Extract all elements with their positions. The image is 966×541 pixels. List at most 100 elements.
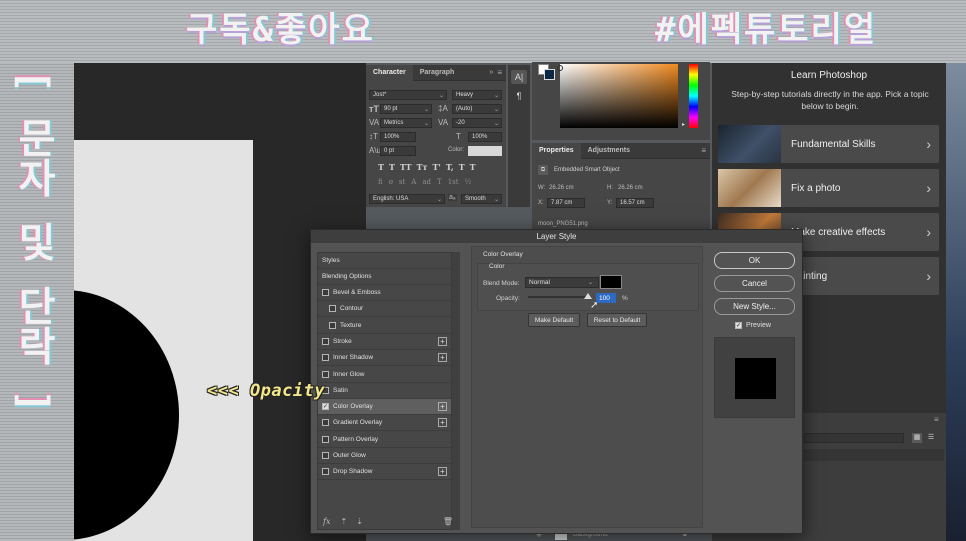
hue-slider-handle[interactable]: ▸ xyxy=(682,121,685,128)
width-value[interactable]: 26.26 cm xyxy=(549,185,574,191)
ok-button[interactable]: OK xyxy=(714,252,795,269)
color-picker-field[interactable] xyxy=(560,64,678,128)
panel-menu-icon[interactable]: ≡ xyxy=(701,146,706,155)
vertical-scale-field[interactable]: 100% xyxy=(380,132,416,142)
type-style-button[interactable]: T xyxy=(389,162,395,172)
reset-to-default-button[interactable]: Reset to Default xyxy=(587,313,647,327)
opacity-input[interactable]: 100 xyxy=(596,293,616,303)
color-picker-cursor[interactable] xyxy=(557,65,563,71)
new-style-button[interactable]: New Style... xyxy=(714,298,795,315)
style-item-inner-glow[interactable]: Inner Glow xyxy=(318,367,451,383)
type-style-button[interactable]: T xyxy=(470,162,476,172)
add-style-instance-icon[interactable]: + xyxy=(438,353,447,363)
background-color-swatch[interactable] xyxy=(544,69,555,80)
text-color-swatch[interactable] xyxy=(468,146,502,156)
tab-paragraph[interactable]: Paragraph xyxy=(413,65,462,81)
x-field[interactable]: 7.87 cm xyxy=(547,198,585,208)
style-item-satin[interactable]: Satin xyxy=(318,383,451,399)
style-checkbox[interactable]: ✓ xyxy=(322,403,329,411)
style-item-stroke[interactable]: Stroke + xyxy=(318,334,451,350)
style-checkbox[interactable] xyxy=(322,289,329,296)
antialias-select[interactable]: Smooth ⌄ xyxy=(461,194,502,204)
style-item-inner-shadow[interactable]: Inner Shadow + xyxy=(318,350,451,367)
language-select[interactable]: English: USA ⌄ xyxy=(369,194,445,204)
opacity-slider-track[interactable] xyxy=(528,296,588,298)
preview-toggle[interactable]: ✓ Preview xyxy=(731,322,771,329)
overlay-color-swatch[interactable] xyxy=(600,275,622,289)
layer-filter-select[interactable] xyxy=(804,433,904,443)
type-style-button[interactable]: T' xyxy=(432,162,440,172)
panel-menu-icon[interactable]: ≡ xyxy=(497,68,502,77)
list-view-icon[interactable]: ☰ xyxy=(926,433,936,443)
style-checkbox[interactable] xyxy=(322,435,329,443)
style-checkbox[interactable] xyxy=(322,452,329,459)
artboard[interactable] xyxy=(74,140,253,541)
hue-slider[interactable] xyxy=(689,64,698,128)
type-style-button[interactable]: Tт xyxy=(417,162,428,172)
make-default-button[interactable]: Make Default xyxy=(528,313,580,327)
style-item-drop-shadow[interactable]: Drop Shadow + xyxy=(318,464,451,481)
type-style-button[interactable]: T, xyxy=(446,162,454,172)
font-family-select[interactable]: Jost* ⌄ xyxy=(369,90,447,100)
paragraph-panel-icon[interactable]: ¶ xyxy=(511,89,527,103)
add-style-instance-icon[interactable]: + xyxy=(438,418,447,428)
add-style-instance-icon[interactable]: + xyxy=(438,467,447,477)
panel-menu-icon[interactable]: ≡ xyxy=(934,415,939,424)
opentype-feature-button[interactable]: fi xyxy=(378,178,383,186)
opentype-feature-button[interactable]: ơ xyxy=(389,178,393,186)
add-style-instance-icon[interactable]: + xyxy=(438,402,447,412)
opentype-feature-button[interactable]: A xyxy=(411,178,416,186)
style-checkbox[interactable] xyxy=(322,354,329,362)
style-item-contour[interactable]: Contour xyxy=(318,301,451,318)
type-style-button[interactable]: TT xyxy=(400,162,412,172)
opentype-feature-button[interactable]: T xyxy=(437,178,442,186)
fx-button[interactable]: fx xyxy=(323,517,330,526)
blending-options-item[interactable]: Blending Options xyxy=(318,269,451,285)
blend-mode-select[interactable]: Normal ⌄ xyxy=(525,277,599,288)
style-checkbox[interactable] xyxy=(329,305,336,313)
tracking-field[interactable]: -20 ⌄ xyxy=(452,118,502,128)
learn-card-fix-photo[interactable]: Fix a photo › xyxy=(718,169,939,207)
type-style-button[interactable]: T xyxy=(378,162,384,172)
opentype-feature-button[interactable]: 1st xyxy=(448,178,459,186)
trash-icon[interactable]: 🗑︎ xyxy=(443,517,453,526)
style-item-outer-glow[interactable]: Outer Glow xyxy=(318,448,451,464)
styles-header[interactable]: Styles xyxy=(318,253,451,269)
opentype-feature-button[interactable]: ½ xyxy=(465,178,472,186)
style-checkbox[interactable] xyxy=(322,370,329,378)
collapse-icon[interactable]: » xyxy=(489,69,493,76)
character-panel-icon[interactable]: A| xyxy=(511,70,527,84)
layer-search[interactable] xyxy=(804,449,944,461)
tab-adjustments[interactable]: Adjustments xyxy=(581,143,637,159)
style-checkbox[interactable] xyxy=(322,337,329,345)
style-item-texture[interactable]: Texture xyxy=(318,318,451,334)
move-up-icon[interactable]: ⇡ xyxy=(340,517,347,526)
cancel-button[interactable]: Cancel xyxy=(714,275,795,292)
opentype-feature-button[interactable]: ad xyxy=(422,178,431,186)
move-down-icon[interactable]: ⇣ xyxy=(356,517,363,526)
height-value[interactable]: 26.26 cm xyxy=(618,185,643,191)
opentype-feature-button[interactable]: st xyxy=(399,178,405,186)
opacity-slider-thumb[interactable] xyxy=(584,293,592,299)
horizontal-scale-field[interactable]: 100% xyxy=(468,132,502,142)
kerning-field[interactable]: Metrics ⌄ xyxy=(380,118,432,128)
tab-character[interactable]: Character xyxy=(366,64,413,81)
preview-checkbox[interactable]: ✓ xyxy=(735,322,742,329)
type-style-button[interactable]: T xyxy=(459,162,465,172)
y-field[interactable]: 16.57 cm xyxy=(616,198,654,208)
style-item-color-overlay[interactable]: ✓ Color Overlay + xyxy=(318,399,451,416)
font-style-select[interactable]: Heavy ⌄ xyxy=(452,90,502,100)
style-checkbox[interactable] xyxy=(322,468,329,476)
leading-field[interactable]: (Auto) ⌄ xyxy=(452,104,502,114)
style-item-bevel-emboss[interactable]: Bevel & Emboss xyxy=(318,285,451,301)
style-checkbox[interactable] xyxy=(322,419,329,427)
style-item-gradient-overlay[interactable]: Gradient Overlay + xyxy=(318,415,451,432)
add-style-instance-icon[interactable]: + xyxy=(438,336,447,346)
grid-view-icon[interactable]: ▦ xyxy=(912,433,922,443)
styles-list-scrollbar[interactable] xyxy=(452,252,460,530)
baseline-shift-field[interactable]: 0 pt xyxy=(380,146,416,156)
learn-card-fundamental-skills[interactable]: Fundamental Skills › xyxy=(718,125,939,163)
style-checkbox[interactable] xyxy=(329,321,336,329)
tab-properties[interactable]: Properties xyxy=(532,142,581,159)
style-item-pattern-overlay[interactable]: Pattern Overlay xyxy=(318,432,451,448)
